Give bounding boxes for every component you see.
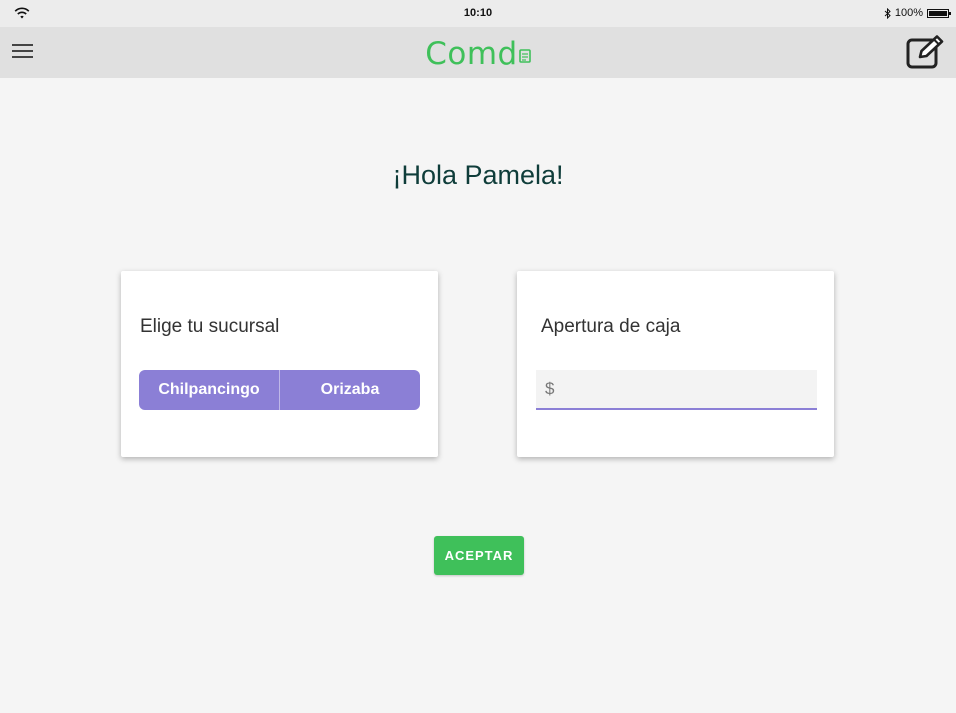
logo-mark-icon (518, 48, 531, 63)
cash-card-title: Apertura de caja (541, 316, 681, 337)
accept-button[interactable]: ACEPTAR (434, 536, 524, 575)
status-bar: 10:10 100% (0, 0, 956, 27)
currency-symbol: $ (545, 379, 555, 398)
edit-icon (906, 35, 944, 69)
bluetooth-icon (884, 7, 891, 19)
branch-card-title: Elige tu sucursal (140, 316, 280, 337)
greeting-heading: ¡Hola Pamela! (392, 160, 564, 190)
branch-option-orizaba[interactable]: Orizaba (279, 370, 420, 410)
app-logo: Comd (0, 34, 956, 72)
edit-button[interactable] (906, 35, 944, 69)
branch-option-chilpancingo[interactable]: Chilpancingo (139, 370, 279, 410)
cash-amount-input[interactable] (554, 369, 817, 409)
status-right: 100% (884, 7, 951, 19)
status-time: 10:10 (463, 7, 493, 19)
logo-text: Comd (425, 35, 518, 72)
battery-icon (927, 8, 951, 18)
app-bar: Comd (0, 27, 956, 78)
cash-input-wrapper: $ (536, 369, 817, 410)
branch-selector: Chilpancingo Orizaba (139, 370, 420, 410)
battery-percent: 100% (894, 7, 923, 19)
branch-card: Elige tu sucursal Chilpancingo Orizaba (121, 271, 438, 457)
cash-opening-card: Apertura de caja $ (517, 271, 834, 457)
